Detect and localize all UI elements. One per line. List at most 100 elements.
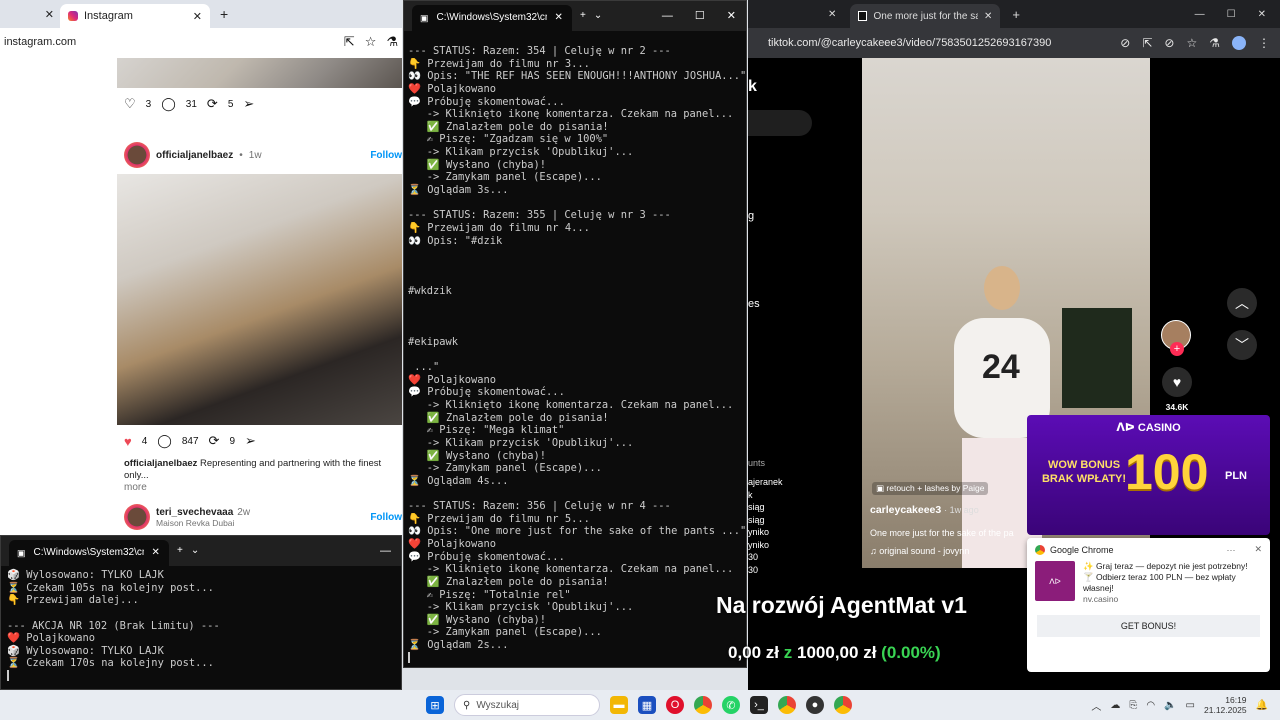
- eye-off-icon[interactable]: ⊘: [1120, 36, 1130, 50]
- volume-icon[interactable]: 🔈: [1164, 700, 1176, 711]
- maximize-icon[interactable]: ☐: [695, 10, 705, 23]
- heart-icon[interactable]: ♡: [124, 96, 136, 112]
- new-tab-icon[interactable]: +: [580, 10, 586, 23]
- app-icon[interactable]: ●: [806, 696, 824, 714]
- close-icon[interactable]: ✕: [984, 11, 992, 22]
- comment-icon[interactable]: ◯: [157, 433, 172, 449]
- chrome-icon[interactable]: [778, 696, 796, 714]
- opera-icon[interactable]: O: [666, 696, 684, 714]
- whatsapp-icon[interactable]: ✆: [722, 696, 740, 714]
- caption-username[interactable]: officialjanelbaez: [124, 458, 197, 469]
- chrome-notification[interactable]: Google Chrome ··· ✕ ᐱᐅ ✨ Graj teraz — de…: [1027, 538, 1270, 672]
- video-sound[interactable]: ♫ original sound - jovynn: [870, 546, 969, 556]
- new-tab-icon[interactable]: +: [1000, 7, 1020, 22]
- more-icon[interactable]: ···: [1226, 545, 1235, 555]
- chevron-up-icon[interactable]: ︿: [1227, 288, 1257, 318]
- close-tab-icon[interactable]: ✕: [0, 8, 60, 21]
- eye-off-icon[interactable]: ⊘: [1164, 36, 1174, 50]
- sidebar-fragment: k: [748, 78, 757, 95]
- avatar[interactable]: [1232, 36, 1246, 50]
- chevron-down-icon[interactable]: ⌄: [594, 10, 602, 23]
- donation-goal-title: Na rozwój AgentMat v1: [716, 592, 967, 618]
- repost-icon[interactable]: ⟳: [207, 96, 218, 112]
- cmd-line: ✅ Wysłano (chyba)!: [408, 449, 547, 462]
- bookmark-icon[interactable]: ☆: [365, 34, 377, 50]
- avatar[interactable]: [124, 504, 150, 530]
- effect-name: retouch + lashes by Paige: [886, 483, 985, 493]
- post-username[interactable]: officialjanelbaez: [156, 150, 233, 161]
- cmd-line: --- STATUS: Razem: 354 | Celuję w nr 2 -…: [408, 45, 671, 57]
- tab-tiktok[interactable]: One more just for the sake ✕: [850, 4, 1001, 28]
- chrome-icon[interactable]: [834, 696, 852, 714]
- taskbar-search[interactable]: ⚲ Wyszukaj: [454, 694, 600, 716]
- chevron-down-icon[interactable]: ⌄: [191, 545, 199, 558]
- store-icon[interactable]: ▦: [638, 696, 656, 714]
- post-image[interactable]: [117, 174, 402, 425]
- close-icon[interactable]: ✕: [193, 10, 202, 23]
- cloud-icon[interactable]: ☁: [1110, 700, 1120, 711]
- casino-ad-banner[interactable]: ᐱᐅ CASINO WOW BONUS BRAK WPŁATY! 100 PLN: [1027, 415, 1270, 535]
- follow-plus-icon[interactable]: +: [1170, 342, 1184, 356]
- address-bar[interactable]: tiktok.com/@carleycakeee3/video/75835012…: [748, 28, 1280, 58]
- close-icon[interactable]: ✕: [555, 12, 563, 25]
- close-icon[interactable]: ✕: [152, 547, 160, 560]
- cmd-output[interactable]: 🎲 Wylosowano: TYLKO LAJK ⏳ Czekam 105s na…: [1, 566, 401, 682]
- cmd-tab[interactable]: ▣ C:\Windows\System32\cmd.e ✕: [9, 540, 169, 566]
- minimize-icon[interactable]: —: [662, 10, 673, 23]
- more-link[interactable]: more: [124, 482, 147, 493]
- maximize-icon[interactable]: ☐: [1227, 9, 1236, 20]
- sound-name: original sound - jovynn: [879, 546, 970, 556]
- extension-icon[interactable]: ⚗: [386, 34, 398, 50]
- clock[interactable]: 16:19 21.12.2025: [1204, 695, 1247, 715]
- cmd-line: 🎲 Wylosowano: TYLKO LAJK: [7, 569, 164, 581]
- new-tab-icon[interactable]: +: [177, 545, 183, 558]
- tab-instagram[interactable]: Instagram ✕: [60, 4, 210, 28]
- heart-filled-icon[interactable]: ♥: [124, 434, 132, 449]
- close-tab-icon[interactable]: ✕: [748, 9, 836, 20]
- chevron-up-icon[interactable]: ︿: [1091, 698, 1101, 713]
- menu-icon[interactable]: ⋮: [1258, 36, 1270, 50]
- new-tab-icon[interactable]: +: [210, 6, 228, 22]
- cmd-main-window: ▣ C:\Windows\System32\cmd.e ✕ + ⌄ — ☐ ✕ --…: [403, 0, 747, 668]
- chevron-down-icon[interactable]: ﹀: [1227, 330, 1257, 360]
- post-username[interactable]: teri_svechevaaa: [156, 507, 233, 518]
- close-icon[interactable]: ✕: [1254, 544, 1262, 555]
- comment-icon[interactable]: ◯: [161, 96, 176, 112]
- cmd-line: --- AKCJA NR 102 (Brak Limitu) ---: [7, 619, 220, 632]
- cmd-line: ✅ Znalazłem pole do pisania!: [408, 411, 609, 424]
- bookmark-icon[interactable]: ☆: [1186, 36, 1197, 50]
- install-icon[interactable]: ⇱: [1142, 36, 1152, 50]
- sidebar-accounts: ajeranek k siąg siąg yniko yniko 30 30: [748, 477, 783, 575]
- casino-logo-icon: ᐱᐅ: [1035, 561, 1075, 601]
- get-bonus-button[interactable]: GET BONUS!: [1037, 615, 1260, 637]
- post-image-top[interactable]: [117, 58, 402, 88]
- wifi-icon[interactable]: ◠: [1146, 700, 1155, 711]
- terminal-icon[interactable]: ›_: [750, 696, 768, 714]
- notification-bell-icon[interactable]: 🔔: [1256, 700, 1268, 711]
- windows-start-icon[interactable]: ⊞: [426, 696, 444, 714]
- chrome-icon[interactable]: [694, 696, 712, 714]
- video-username[interactable]: carleycakeee3: [870, 504, 941, 516]
- install-icon[interactable]: ⇱: [344, 34, 355, 50]
- cmd-line: -> Kliknięto ikonę komentarza. Czekam na…: [408, 398, 734, 411]
- like-heart-icon[interactable]: ♥: [1162, 367, 1192, 397]
- address-bar[interactable]: instagram.com ⇱ ☆ ⚗: [0, 28, 402, 56]
- send-icon[interactable]: ➢: [245, 433, 256, 449]
- file-explorer-icon[interactable]: ▬: [610, 696, 628, 714]
- close-window-icon[interactable]: ✕: [727, 10, 736, 23]
- send-icon[interactable]: ➢: [243, 96, 254, 112]
- extension-icon[interactable]: ⚗: [1209, 36, 1220, 50]
- cmd-output[interactable]: --- STATUS: Razem: 354 | Celuję w nr 2 -…: [404, 31, 746, 663]
- effect-label[interactable]: ▣ retouch + lashes by Paige: [872, 482, 989, 495]
- minimize-icon[interactable]: —: [1195, 9, 1205, 20]
- close-window-icon[interactable]: ✕: [1258, 9, 1266, 20]
- minimize-icon[interactable]: —: [380, 545, 391, 558]
- follow-button[interactable]: Follow: [370, 150, 402, 161]
- cmd-tab[interactable]: ▣ C:\Windows\System32\cmd.e ✕: [412, 5, 572, 31]
- search-bar-fragment[interactable]: [748, 110, 812, 136]
- repost-icon[interactable]: ⟳: [209, 433, 220, 449]
- usb-icon[interactable]: ⎘: [1129, 700, 1137, 711]
- avatar[interactable]: [124, 142, 150, 168]
- follow-button[interactable]: Follow: [370, 512, 402, 523]
- battery-icon[interactable]: ▭: [1186, 700, 1195, 711]
